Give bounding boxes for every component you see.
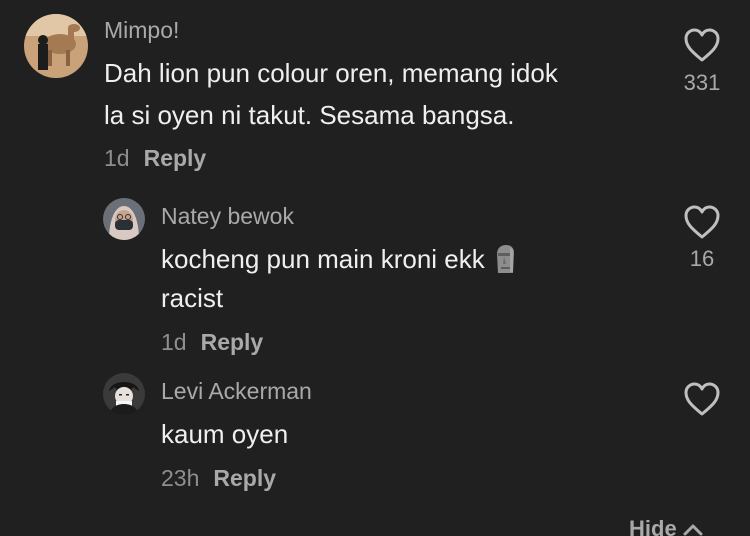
comment-meta: 1d Reply — [104, 145, 206, 172]
like-count: 16 — [689, 246, 715, 271]
comment-username[interactable]: Mimpo! — [104, 17, 179, 44]
reply-button[interactable]: Reply — [213, 465, 276, 491]
avatar[interactable] — [24, 14, 88, 78]
comment-meta: 1d Reply — [161, 329, 263, 356]
comment-time: 1d — [104, 145, 130, 171]
hide-replies-button[interactable]: Hide — [629, 516, 703, 536]
comment-time: 23h — [161, 465, 200, 491]
reply-button[interactable]: Reply — [201, 329, 264, 355]
comment-meta: 23h Reply — [161, 465, 276, 492]
comment-time: 1d — [161, 329, 187, 355]
comment-text-line: Dah lion pun colour oren, memang idok — [104, 58, 558, 88]
comment-text-line: kaum oyen — [161, 419, 289, 449]
comment-text-line: racist — [161, 283, 224, 313]
like-button[interactable] — [683, 204, 721, 245]
comment-text-line: la si oyen ni takut. Sesama bangsa. — [104, 100, 515, 130]
comment-thread: Mimpo! Dah lion pun colour oren, memang … — [0, 0, 750, 536]
heart-icon — [684, 28, 720, 62]
moai-icon — [493, 244, 517, 285]
like-count: 331 — [683, 70, 721, 95]
chevron-up-icon — [683, 524, 703, 536]
like-button[interactable] — [683, 27, 721, 68]
camel-photo-icon — [24, 14, 88, 78]
hide-label: Hide — [629, 516, 677, 536]
comment-text: kocheng pun main kroni ekk — [161, 244, 485, 274]
comment-username[interactable]: Natey bewok — [161, 203, 294, 230]
avatar[interactable] — [103, 373, 145, 415]
anime-character-icon — [103, 373, 145, 415]
comment-username[interactable]: Levi Ackerman — [161, 378, 312, 405]
hijab-person-icon — [103, 198, 145, 240]
reply-button[interactable]: Reply — [144, 145, 207, 171]
heart-icon — [684, 382, 720, 416]
avatar[interactable] — [103, 198, 145, 240]
like-button[interactable] — [683, 381, 721, 422]
heart-icon — [684, 205, 720, 239]
